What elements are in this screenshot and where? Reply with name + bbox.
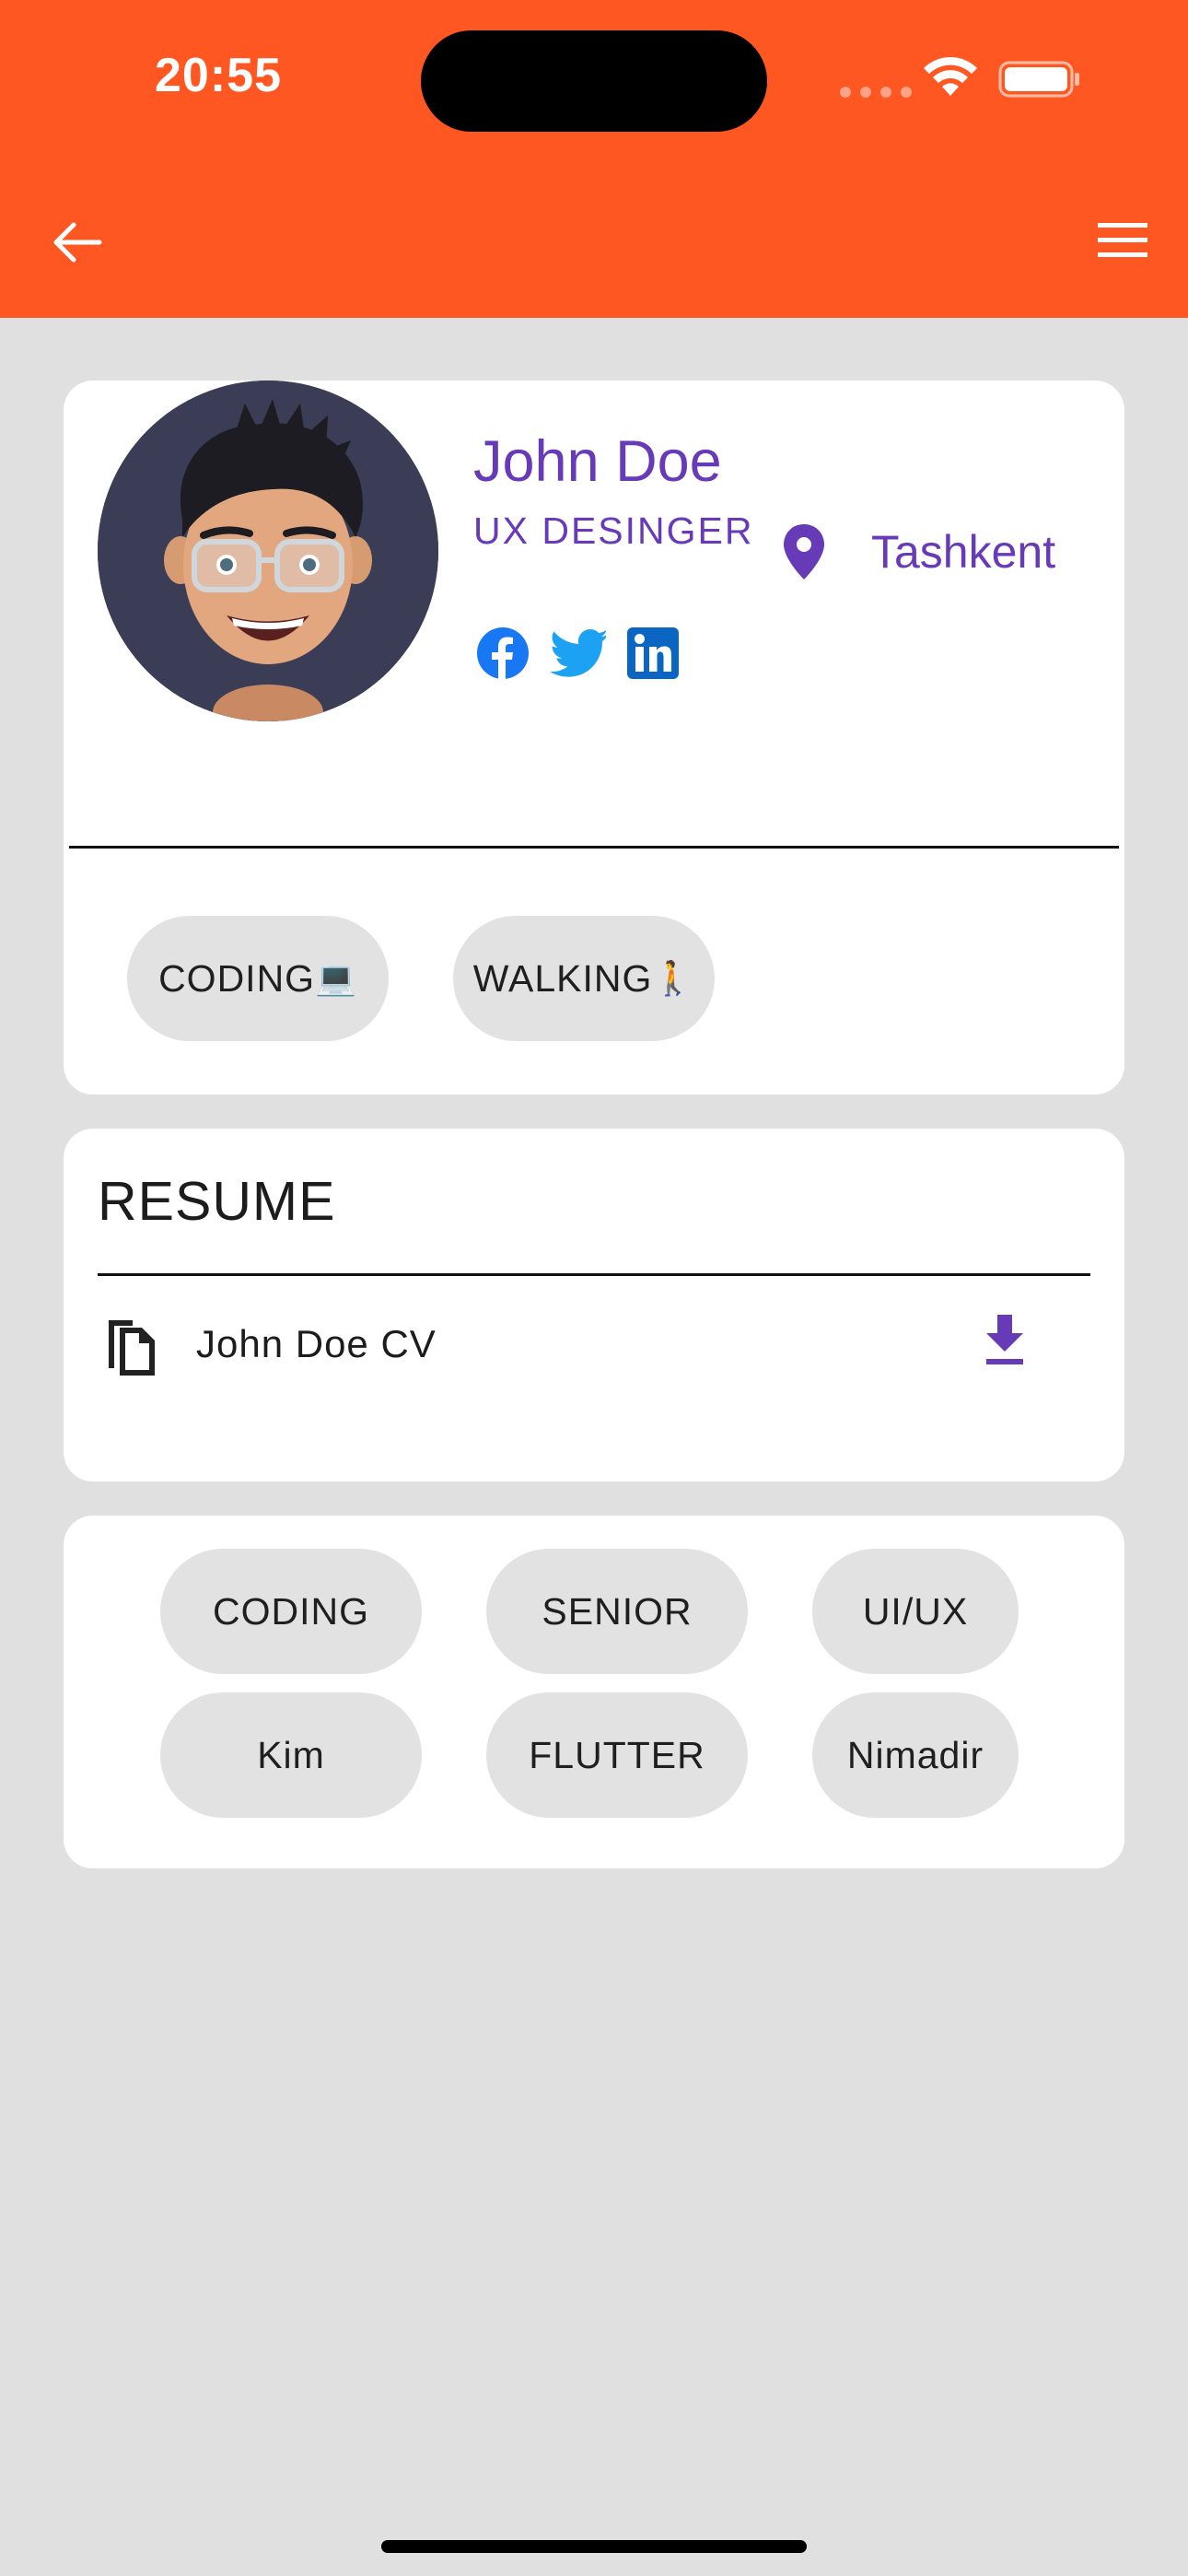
hamburger-menu-icon[interactable] (1096, 217, 1149, 263)
location-pin-icon (784, 524, 824, 580)
laptop-emoji-icon: 💻 (315, 959, 357, 997)
status-time: 20:55 (155, 49, 282, 102)
battery-icon (998, 61, 1079, 98)
download-icon[interactable] (982, 1313, 1028, 1366)
hobby-chip-label: WALKING (472, 956, 653, 1000)
resume-divider (98, 1273, 1090, 1276)
tag-chip[interactable]: CODING (160, 1549, 422, 1674)
tag-chip[interactable]: Kim (160, 1692, 422, 1818)
tag-chip[interactable]: SENIOR (486, 1549, 748, 1674)
profile-job-title: UX DESINGER (473, 509, 754, 552)
hobby-chip-label: CODING (158, 956, 316, 1000)
tag-chip[interactable]: Nimadir (812, 1692, 1019, 1818)
tag-chip[interactable]: UI/UX (812, 1549, 1019, 1674)
resume-heading: RESUME (98, 1171, 336, 1232)
profile-card: John Doe UX DESINGER Tashkent CODING 💻 WA… (64, 381, 1124, 1095)
tags-card: CODING SENIOR UI/UX Kim FLUTTER Nimadir (64, 1516, 1124, 1868)
location-label: Tashkent (871, 526, 1056, 578)
tag-chip[interactable]: FLUTTER (486, 1692, 748, 1818)
wifi-icon (924, 56, 977, 96)
twitter-icon[interactable] (551, 629, 606, 677)
hobby-chip-coding[interactable]: CODING 💻 (127, 916, 389, 1041)
hobby-chip-walking[interactable]: WALKING 🚶 (453, 916, 715, 1041)
facebook-icon[interactable] (476, 626, 530, 680)
profile-divider (69, 846, 1119, 849)
walking-emoji-icon: 🚶 (652, 959, 695, 997)
arrow-back-icon[interactable] (48, 214, 105, 271)
resume-file-name[interactable]: John Doe CV (196, 1322, 437, 1366)
profile-name: John Doe (473, 429, 722, 494)
cellular-signal-icon (840, 87, 912, 98)
memoji-avatar-image (98, 381, 438, 721)
file-copy-icon (109, 1320, 155, 1376)
home-indicator[interactable] (381, 2540, 807, 2553)
linkedin-icon[interactable] (627, 627, 679, 679)
dynamic-island (421, 30, 767, 132)
app-bar: 20:55 (0, 0, 1188, 318)
resume-card: RESUME John Doe CV (64, 1129, 1124, 1481)
avatar[interactable] (98, 381, 438, 721)
